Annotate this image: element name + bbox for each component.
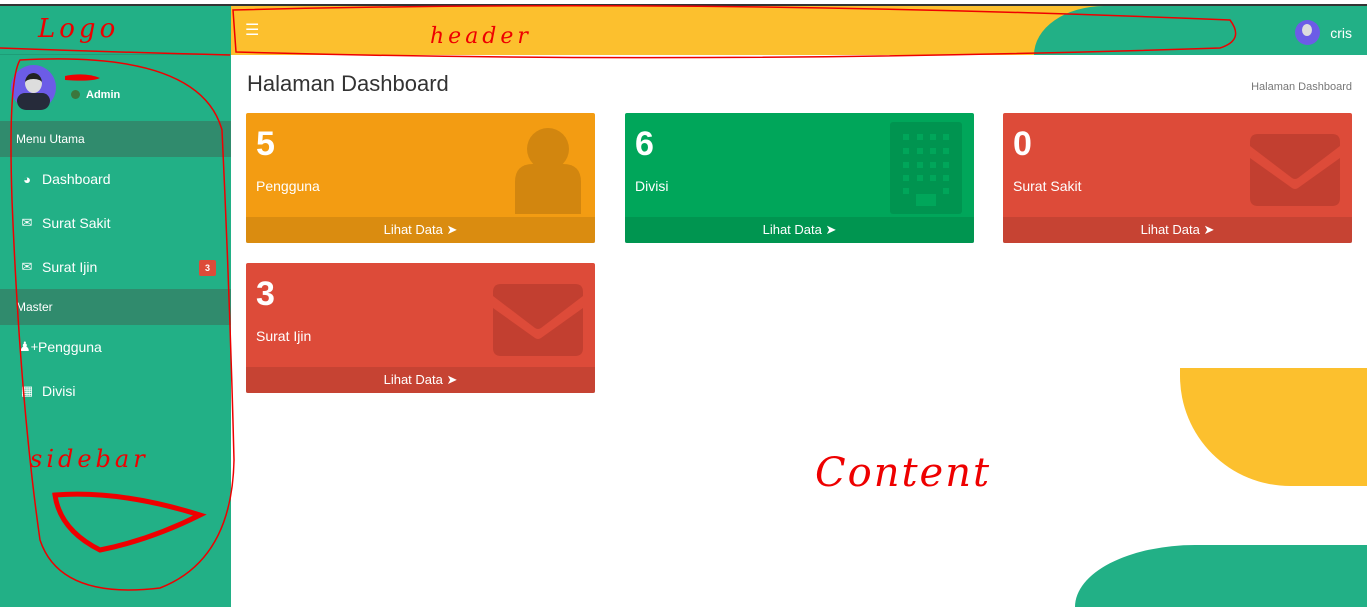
sidebar-item-label: Divisi [42,383,76,399]
card-count: 5 [256,125,275,163]
annotation-header: header [430,24,532,49]
sidebar-item-surat-sakit[interactable]: ✉ Surat Sakit [0,201,231,245]
dashboard-icon: ◕ [23,171,31,187]
sidebar-item-label: Pengguna [38,339,102,355]
arrow-circle-right-icon: ➤ [1203,222,1215,237]
building-icon [890,122,962,214]
user-panel [0,55,231,121]
header: ☰ cris [231,6,1367,55]
card-count: 0 [1013,125,1032,163]
card-label: Surat Sakit [1013,178,1082,194]
stat-card-surat-ijin: 3 Surat Ijin Lihat Data ➤ [246,263,595,393]
lihat-data-link[interactable]: Lihat Data ➤ [246,217,595,243]
envelope-icon: ✉ [21,215,33,230]
envelope-icon [493,284,583,356]
sidebar-item-label: Dashboard [42,171,111,187]
sidebar-section-menu-utama: Menu Utama [0,121,231,157]
sidebar-section-master: Master [0,289,231,325]
arrow-circle-right-icon: ➤ [825,222,837,237]
lihat-data-link[interactable]: Lihat Data ➤ [246,367,595,393]
card-label: Surat Ijin [256,328,312,344]
card-label: Pengguna [256,178,320,194]
sidebar-item-label: Surat Sakit [42,215,111,231]
user-status: Admin [71,89,120,101]
stat-card-pengguna: 5 Pengguna Lihat Data ➤ [246,113,595,243]
annotation-logo: Logo [38,14,120,44]
user-menu[interactable]: cris [1295,20,1352,45]
card-count: 3 [256,275,275,313]
sidebar-item-dashboard[interactable]: ◕ Dashboard [0,157,231,201]
arrow-circle-right-icon: ➤ [446,222,458,237]
stat-card-surat-sakit: 0 Surat Sakit Lihat Data ➤ [1003,113,1352,243]
user-icon [515,128,581,214]
avatar [11,65,56,110]
stat-card-divisi: 6 Divisi Lihat Data ➤ [625,113,974,243]
annotation-sidebar: sidebar [30,445,149,473]
breadcrumb[interactable]: Halaman Dashboard [1251,81,1352,93]
annotation-content: Content [815,450,992,496]
decoration-blob [1075,545,1367,607]
sidebar-item-label: Surat Ijin [42,259,98,275]
decoration-blob [1180,368,1367,486]
card-count: 6 [635,125,654,163]
envelope-icon [1250,134,1340,206]
page-title: Halaman Dashboard [247,71,449,96]
count-badge: 3 [198,260,216,276]
envelope-icon: ✉ [21,259,33,274]
online-dot-icon [71,90,80,99]
lihat-data-link[interactable]: Lihat Data ➤ [1003,217,1352,243]
user-role: Admin [86,89,121,101]
bars-icon[interactable]: ☰ [245,20,259,40]
username: cris [1330,24,1352,41]
sidebar-item-divisi[interactable]: ▦ Divisi [0,369,231,413]
building-icon: ▦ [20,383,34,398]
sidebar-item-surat-ijin[interactable]: ✉ Surat Ijin 3 [0,245,231,289]
card-label: Divisi [635,178,669,194]
lihat-data-link[interactable]: Lihat Data ➤ [625,217,974,243]
user-plus-icon: ♟+ [19,339,39,354]
arrow-circle-right-icon: ➤ [446,372,458,387]
sidebar-item-pengguna[interactable]: ♟+ Pengguna [0,325,231,369]
avatar [1295,20,1321,45]
